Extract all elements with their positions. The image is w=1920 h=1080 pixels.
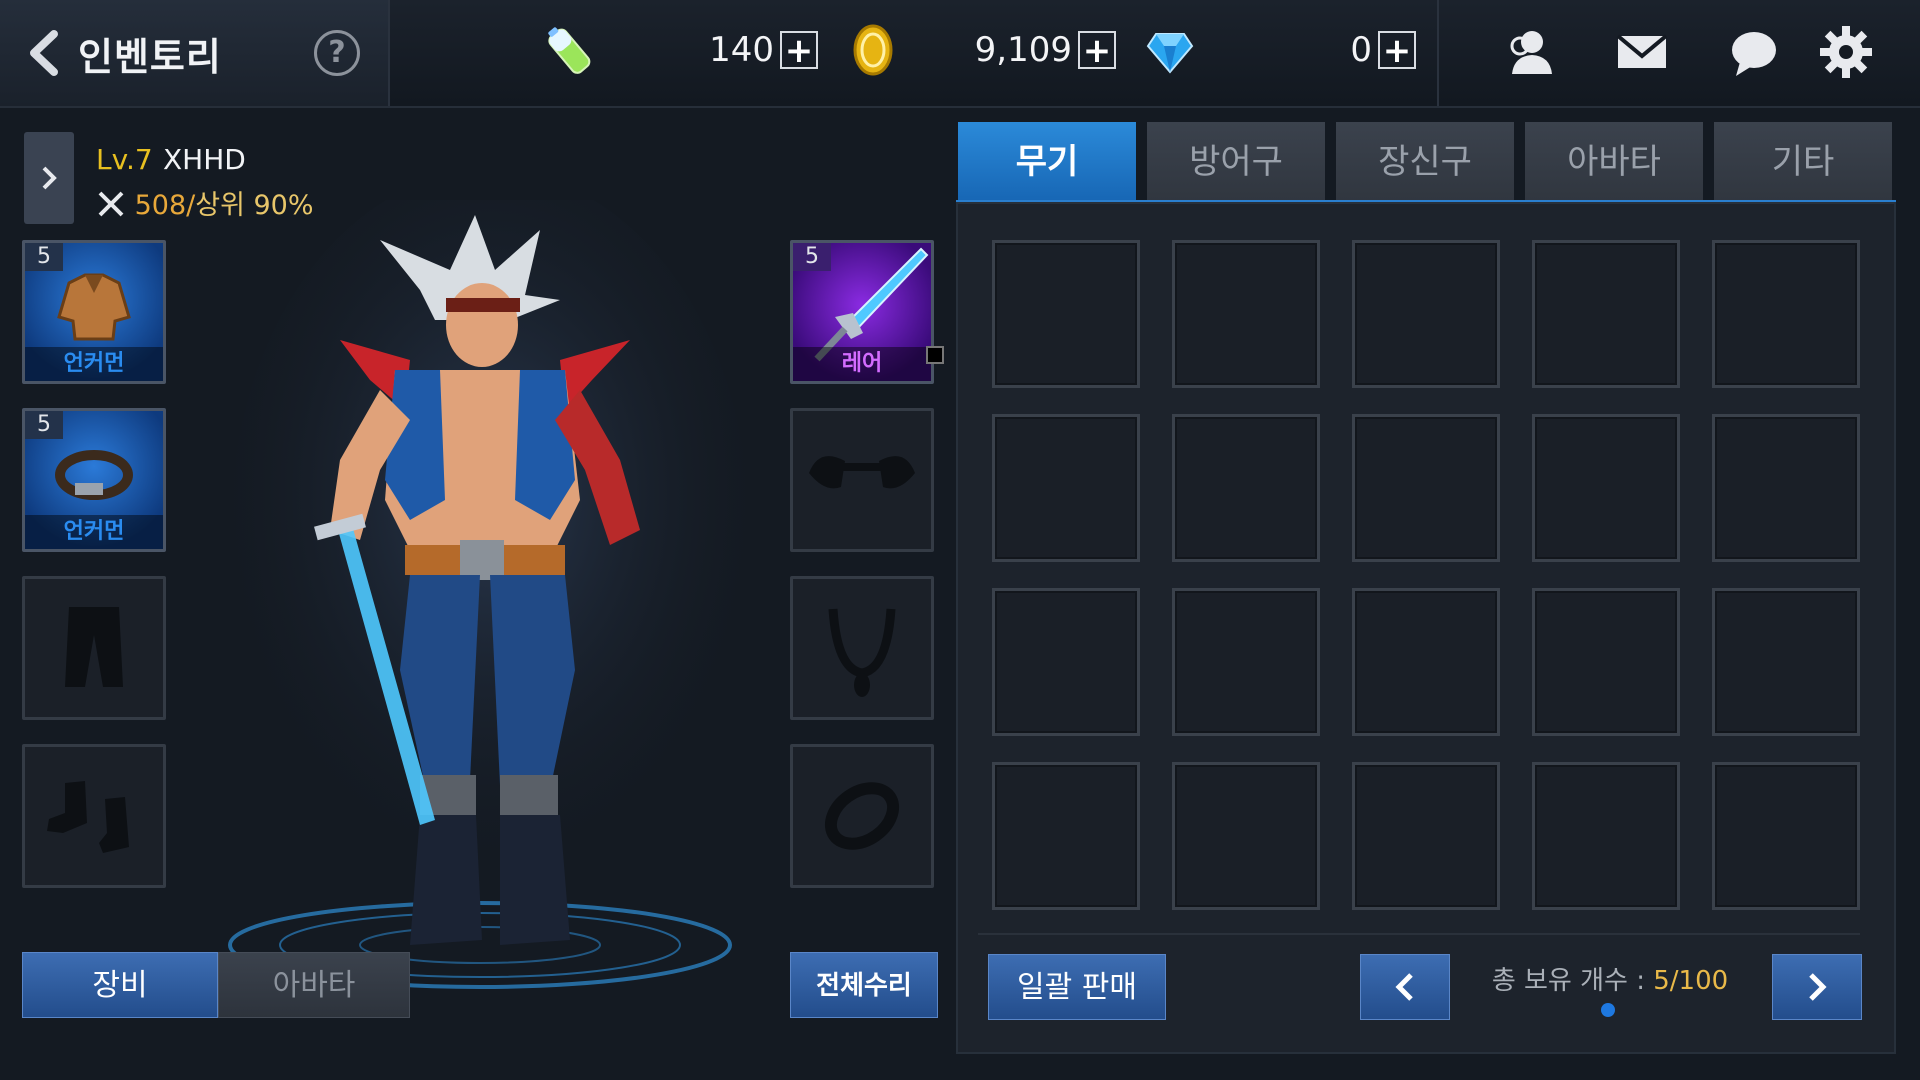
necklace-icon (828, 608, 896, 697)
inventory-slot[interactable] (1172, 762, 1320, 910)
mail-icon (1616, 34, 1668, 68)
friends-icon (1510, 31, 1552, 74)
inventory-slot[interactable] (1532, 240, 1680, 388)
stamina-counter: 140 + (540, 22, 830, 84)
inventory-slot[interactable] (992, 414, 1140, 562)
inventory-slot[interactable] (1352, 588, 1500, 736)
inventory-count-label: 총 보유 개수 : (1491, 966, 1654, 996)
top-bar: 인벤토리 ? 140 + 9,109 + 0 + (0, 0, 1920, 108)
repair-all-button[interactable]: 전체수리 (790, 952, 938, 1018)
stamina-plus-button[interactable]: + (780, 31, 818, 69)
top-separator (1437, 0, 1439, 106)
pants-icon (65, 607, 123, 687)
inventory-slot[interactable] (1712, 762, 1860, 910)
inventory-slot[interactable] (1712, 240, 1860, 388)
inventory-slot[interactable] (1352, 414, 1500, 562)
character-name: XHHD (163, 143, 246, 176)
crossed-swords-icon (98, 191, 124, 217)
inventory-slot[interactable] (1172, 588, 1320, 736)
tab-avatar[interactable]: 아바타 (1525, 122, 1703, 202)
help-button[interactable]: ? (314, 30, 360, 76)
bulk-sell-button[interactable]: 일괄 판매 (988, 954, 1166, 1020)
inventory-count: 총 보유 개수 : 5/100 (1480, 960, 1740, 997)
chat-button[interactable] (1726, 24, 1782, 80)
equip-slot-necklace[interactable] (790, 576, 934, 720)
title-block: 인벤토리 ? (0, 0, 390, 106)
inventory-slot[interactable] (992, 588, 1140, 736)
slot-grade: 언커먼 (25, 347, 163, 381)
diamond-gem-icon (1146, 33, 1194, 74)
tab-accessory[interactable]: 장신구 (1336, 122, 1514, 202)
chat-icon (1732, 32, 1776, 76)
ring-icon (824, 782, 900, 850)
settings-button[interactable] (1818, 24, 1874, 80)
slot-grade: 언커먼 (25, 515, 163, 549)
back-arrow-icon (30, 30, 58, 76)
tab-misc[interactable]: 기타 (1714, 122, 1892, 202)
tab-weapon[interactable]: 무기 (958, 122, 1136, 202)
gem-counter: 0 + (1146, 22, 1426, 84)
inventory-slot[interactable] (1712, 414, 1860, 562)
chevron-left-icon (1395, 973, 1413, 1001)
gold-value: 9,109 (974, 30, 1072, 70)
page-indicator-dot (1601, 1003, 1615, 1017)
back-button[interactable] (22, 28, 66, 78)
chevron-right-icon (1809, 973, 1827, 1001)
equip-slot-shoulder[interactable] (790, 408, 934, 552)
character-switch-button[interactable] (24, 132, 74, 224)
slot-level: 5 (25, 243, 63, 271)
inventory-slot[interactable] (1532, 762, 1680, 910)
inventory-slot[interactable] (1352, 762, 1500, 910)
inventory-divider (978, 933, 1860, 935)
equip-slot-shoes[interactable] (22, 744, 166, 888)
boots-icon (47, 781, 129, 853)
inventory-slot[interactable] (992, 762, 1140, 910)
combat-power-value: 508/ (134, 190, 196, 221)
character-figure-icon (228, 170, 750, 989)
settings-gear-icon (1820, 26, 1872, 78)
stamina-value: 140 (709, 30, 774, 70)
tab-avatar-preview[interactable]: 아바타 (218, 952, 410, 1018)
gem-plus-button[interactable]: + (1378, 31, 1416, 69)
inventory-slot[interactable] (1532, 414, 1680, 562)
inventory-slot[interactable] (1712, 588, 1860, 736)
prev-page-button[interactable] (1360, 954, 1450, 1020)
equip-slot-belt[interactable]: 5 언커먼 (22, 408, 166, 552)
slot-level: 5 (25, 411, 63, 439)
slot-grade: 레어 (793, 347, 931, 381)
equip-slot-weapon[interactable]: 5 레어 (790, 240, 934, 384)
character-level: Lv.7 (96, 143, 153, 176)
slot-level: 5 (793, 243, 831, 271)
friends-button[interactable] (1502, 24, 1558, 80)
gem-value: 0 (1350, 30, 1372, 70)
weapon-lock-indicator (926, 346, 944, 364)
next-page-button[interactable] (1772, 954, 1862, 1020)
gold-counter: 9,109 + (850, 22, 1120, 84)
inventory-slot[interactable] (992, 240, 1140, 388)
tab-equipment[interactable]: 장비 (22, 952, 218, 1018)
inventory-slot[interactable] (1172, 240, 1320, 388)
equip-slot-pants[interactable] (22, 576, 166, 720)
mail-button[interactable] (1614, 24, 1670, 80)
character-preview (220, 170, 760, 990)
shoulder-pads-icon (809, 456, 915, 489)
equip-slot-ring[interactable] (790, 744, 934, 888)
gold-coin-icon (853, 24, 893, 76)
inventory-slot[interactable] (1352, 240, 1500, 388)
inventory-slot[interactable] (1172, 414, 1320, 562)
tab-armor[interactable]: 방어구 (1147, 122, 1325, 202)
energy-battery-icon (548, 27, 591, 74)
gold-plus-button[interactable]: + (1078, 31, 1116, 69)
chevron-right-icon (42, 166, 57, 190)
inventory-count-value: 5/100 (1653, 966, 1729, 996)
page-title: 인벤토리 (78, 35, 222, 79)
equip-slot-top[interactable]: 5 언커먼 (22, 240, 166, 384)
inventory-slot[interactable] (1532, 588, 1680, 736)
